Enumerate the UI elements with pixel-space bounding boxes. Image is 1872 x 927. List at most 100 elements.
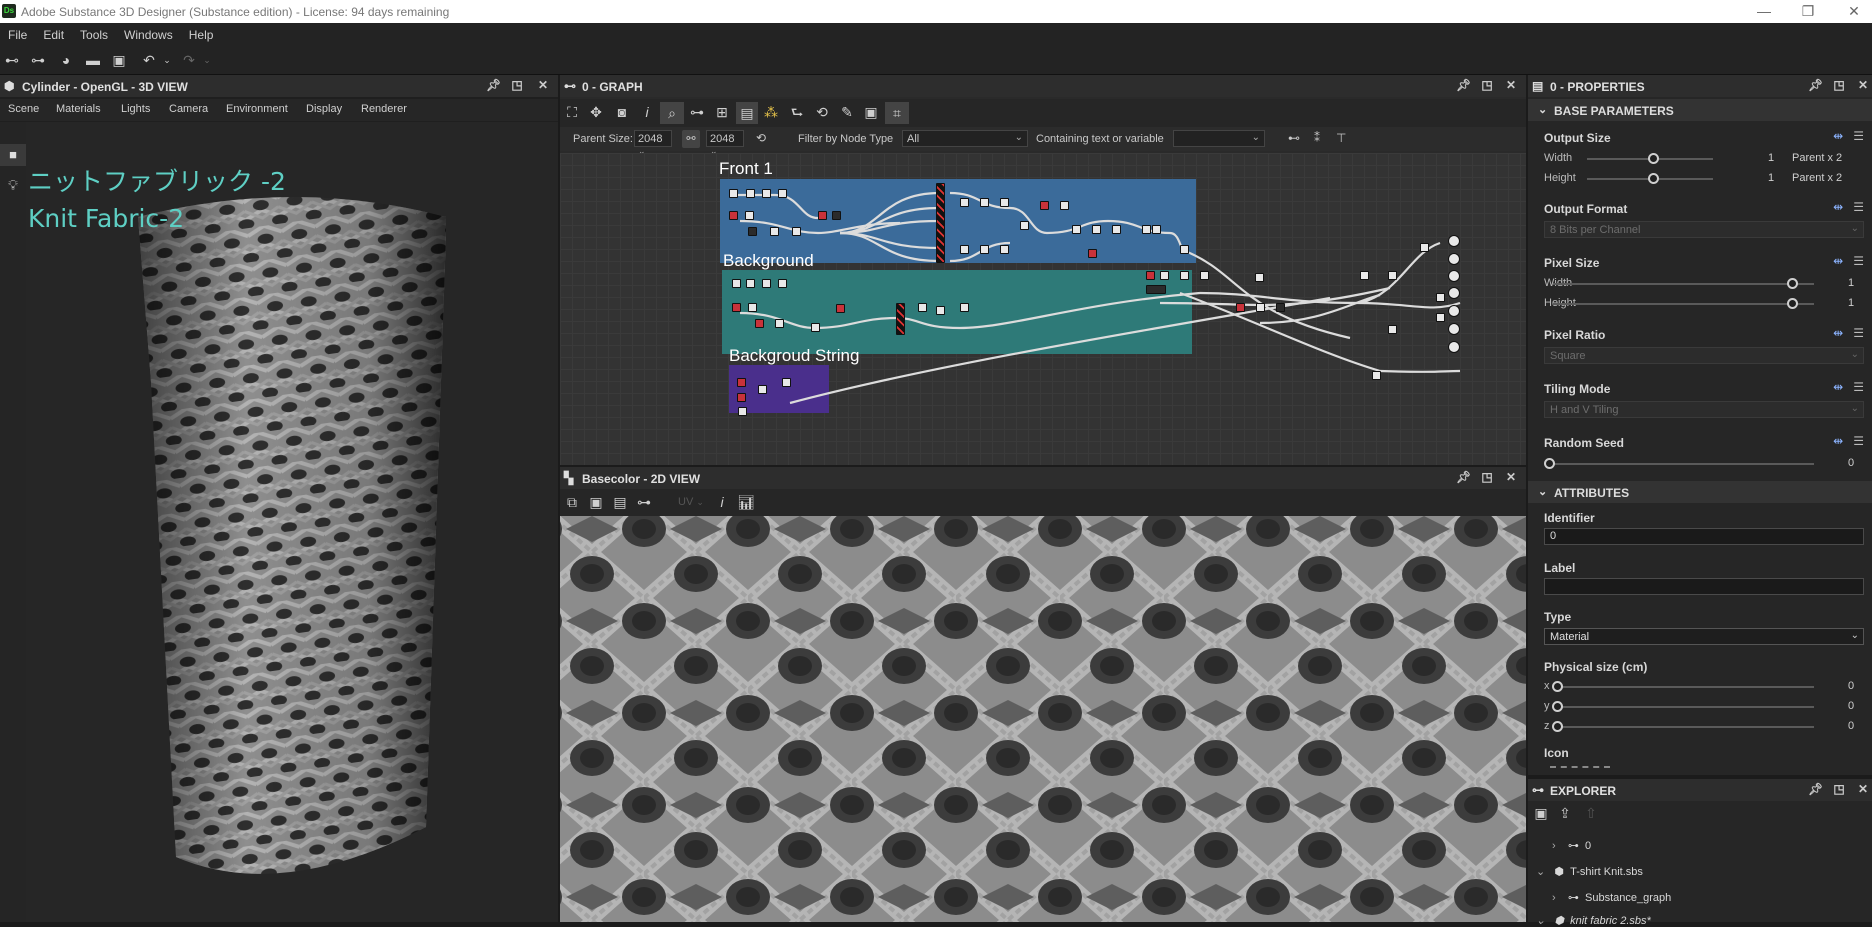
graph-node[interactable]: [1040, 201, 1049, 210]
graph-node[interactable]: [980, 245, 989, 254]
close-icon[interactable]: ✕: [1856, 782, 1870, 796]
graph-node[interactable]: [1256, 303, 1265, 312]
undo-icon[interactable]: ↶: [140, 52, 158, 68]
graph-canvas[interactable]: Front 1 Background Backgroud String: [560, 153, 1526, 465]
output-node[interactable]: [1448, 287, 1460, 299]
graph-node[interactable]: [1436, 313, 1445, 322]
attributes-section[interactable]: ⌄ ATTRIBUTES: [1528, 481, 1872, 503]
graph-node[interactable]: [762, 189, 771, 198]
graph-node[interactable]: [1360, 271, 1369, 280]
search-icon[interactable]: ⌕: [660, 102, 684, 124]
layers-icon[interactable]: ⊶: [635, 494, 653, 510]
reroute-icon[interactable]: ⟲: [813, 104, 831, 120]
float-icon[interactable]: ◳: [510, 78, 524, 92]
height-slider-knob[interactable]: [1648, 173, 1659, 184]
output-node[interactable]: [1448, 270, 1460, 282]
tab-scene[interactable]: Scene: [8, 103, 39, 115]
layout-icon[interactable]: ⊞: [713, 104, 731, 120]
inherit-icons[interactable]: ⇹ ☰: [1833, 200, 1864, 214]
close-icon[interactable]: ✕: [1504, 470, 1518, 484]
graph-node[interactable]: [1020, 221, 1029, 230]
save-icon[interactable]: ▣: [110, 52, 128, 68]
graph-node[interactable]: [811, 323, 820, 332]
tree-item-package-2[interactable]: ⌄ ⬢ knit fabric 2.sbs*: [1536, 914, 1651, 927]
graph-node[interactable]: [732, 303, 741, 312]
height-parent[interactable]: Parent x 2: [1792, 172, 1842, 184]
graph-node[interactable]: [1180, 245, 1189, 254]
graph-node[interactable]: [775, 319, 784, 328]
close-icon[interactable]: ✕: [536, 78, 550, 92]
preview-icon[interactable]: ▣: [862, 104, 880, 120]
graph-node[interactable]: [778, 189, 787, 198]
width-parent[interactable]: Parent x 2: [1792, 152, 1842, 164]
publish-icon[interactable]: ⇧: [1582, 805, 1600, 821]
graph-node[interactable]: [745, 211, 754, 220]
clipboard-icon[interactable]: ▤: [611, 494, 629, 510]
graph-node[interactable]: [1142, 225, 1151, 234]
inherit-icons[interactable]: ⇹ ☰: [1833, 380, 1864, 394]
graph-node[interactable]: [1388, 271, 1397, 280]
graph-node[interactable]: [737, 378, 746, 387]
graph-node[interactable]: [746, 189, 755, 198]
graph-node[interactable]: [832, 211, 841, 220]
node-stack-icon[interactable]: ⁑: [1314, 131, 1320, 145]
light-bulb-icon[interactable]: 💡︎: [0, 174, 26, 196]
grid-icon[interactable]: ⌗: [885, 102, 909, 124]
pin-icon[interactable]: 📌︎: [486, 78, 501, 92]
pin-icon[interactable]: 📌︎: [1808, 78, 1823, 92]
redo-dropdown-icon[interactable]: ⌄: [198, 52, 216, 68]
uv-select[interactable]: UV ⌄: [678, 496, 704, 508]
tree-item-package[interactable]: ⌄ ⬢ T-shirt Knit.sbs: [1536, 865, 1643, 878]
info-icon[interactable]: i: [713, 494, 731, 510]
output-node[interactable]: [1448, 341, 1460, 353]
undo-dropdown-icon[interactable]: ⌄: [158, 52, 176, 68]
view3d-viewport[interactable]: ニットファブリック -2 Knit Fabric-2: [26, 122, 558, 922]
inherit-icons[interactable]: ⇹ ☰: [1833, 129, 1864, 143]
link-size-icon[interactable]: ⚯: [682, 130, 700, 148]
graph-node[interactable]: [960, 245, 969, 254]
icon-preview[interactable]: [1550, 766, 1610, 770]
menu-file[interactable]: File: [0, 23, 35, 42]
camera-icon[interactable]: ■: [0, 144, 26, 166]
tab-display[interactable]: Display: [306, 103, 342, 115]
graph-node[interactable]: [729, 189, 738, 198]
graph-node[interactable]: [729, 211, 738, 220]
pin-icon[interactable]: 📌︎: [1456, 78, 1471, 92]
graph-node[interactable]: [758, 385, 767, 394]
new-graph-icon[interactable]: ⊷: [3, 52, 21, 68]
random-seed-slider-track[interactable]: [1550, 463, 1814, 465]
output-node[interactable]: [1448, 253, 1460, 265]
collapse-icon[interactable]: ⌄: [1538, 103, 1547, 116]
graph-node[interactable]: [1372, 371, 1381, 380]
nodes-icon[interactable]: ⁂: [762, 104, 780, 120]
maximize-button[interactable]: ❐: [1798, 2, 1818, 20]
physical-x-knob[interactable]: [1552, 681, 1563, 692]
open-folder-icon[interactable]: ▬: [84, 52, 102, 68]
node-link-icon[interactable]: ⊷: [1288, 131, 1300, 145]
graph-node[interactable]: [1000, 198, 1009, 207]
physical-y-track[interactable]: [1558, 706, 1814, 708]
tiling-mode-select[interactable]: H and V Tiling ⌄: [1544, 401, 1864, 418]
output-node[interactable]: [1448, 235, 1460, 247]
output-node[interactable]: [1448, 323, 1460, 335]
graph-node[interactable]: [936, 183, 945, 263]
graph-node[interactable]: [1072, 225, 1081, 234]
graph-node[interactable]: [1000, 245, 1009, 254]
graph-node[interactable]: [770, 227, 779, 236]
tab-renderer[interactable]: Renderer: [361, 103, 407, 115]
graph-node[interactable]: [778, 279, 787, 288]
containing-text-input[interactable]: ⌄: [1173, 130, 1265, 147]
random-seed-slider-knob[interactable]: [1544, 458, 1555, 469]
close-icon[interactable]: ✕: [1504, 78, 1518, 92]
output-format-select[interactable]: 8 Bits per Channel ⌄: [1544, 221, 1864, 238]
tab-materials[interactable]: Materials: [56, 103, 101, 115]
reset-size-icon[interactable]: ⟲: [756, 131, 766, 145]
copy-icon[interactable]: ⧉: [563, 494, 581, 510]
screenshot-icon[interactable]: ◙: [613, 104, 631, 120]
frame-selection-icon[interactable]: ✥: [587, 104, 605, 120]
size-select-2[interactable]: 2048 ⌄: [706, 130, 744, 156]
graph-node[interactable]: [918, 303, 927, 312]
export-icon[interactable]: ⇪: [1556, 805, 1574, 821]
type-select[interactable]: Material ⌄: [1544, 628, 1864, 645]
collapse-icon[interactable]: ⌄: [1538, 485, 1547, 498]
